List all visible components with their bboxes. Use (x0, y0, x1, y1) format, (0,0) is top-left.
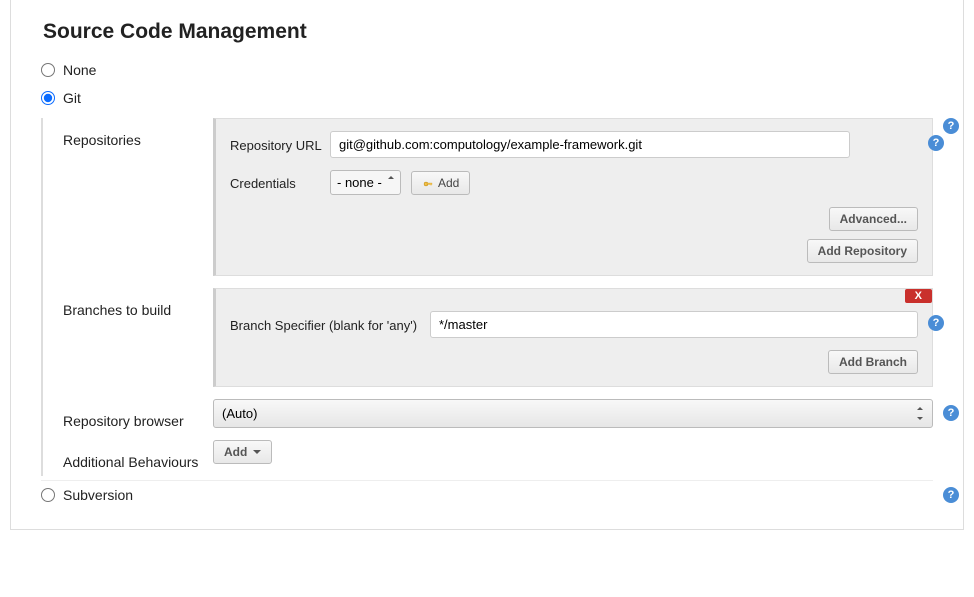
scm-label-none: None (63, 62, 96, 78)
section-title: Source Code Management (41, 2, 933, 56)
scm-label-subversion: Subversion (63, 487, 133, 503)
repo-browser-label: Repository browser (63, 399, 213, 440)
add-credentials-button[interactable]: Add (411, 171, 470, 195)
scm-label-git: Git (63, 90, 81, 106)
add-branch-button[interactable]: Add Branch (828, 350, 918, 374)
add-behaviour-button[interactable]: Add (213, 440, 272, 464)
help-icon[interactable]: ? (943, 118, 959, 134)
add-credentials-label: Add (438, 176, 459, 190)
add-repository-button[interactable]: Add Repository (807, 239, 918, 263)
repo-browser-select[interactable]: (Auto) (213, 399, 933, 428)
help-icon[interactable]: ? (928, 315, 944, 331)
scm-radio-git[interactable] (41, 91, 55, 105)
repo-url-label: Repository URL (230, 136, 330, 153)
help-icon[interactable]: ? (928, 135, 944, 151)
scm-radio-subversion[interactable] (41, 488, 55, 502)
branch-specifier-label: Branch Specifier (blank for 'any') (230, 316, 430, 333)
help-icon[interactable]: ? (943, 487, 959, 503)
help-icon[interactable]: ? (943, 405, 959, 421)
scm-radio-none[interactable] (41, 63, 55, 77)
credentials-label: Credentials (230, 174, 330, 191)
key-icon (422, 177, 434, 189)
credentials-select[interactable]: - none - (330, 170, 401, 195)
advanced-button[interactable]: Advanced... (829, 207, 918, 231)
delete-branch-button[interactable]: X (905, 289, 932, 303)
branch-block: X Branch Specifier (blank for 'any') ? A… (213, 288, 933, 387)
repositories-label: Repositories (63, 118, 213, 288)
repo-url-input[interactable] (330, 131, 850, 158)
branches-label: Branches to build (63, 288, 213, 399)
additional-behaviours-label: Additional Behaviours (63, 440, 213, 476)
repository-block: Repository URL ? Credentials - none - (213, 118, 933, 276)
branch-specifier-input[interactable] (430, 311, 918, 338)
